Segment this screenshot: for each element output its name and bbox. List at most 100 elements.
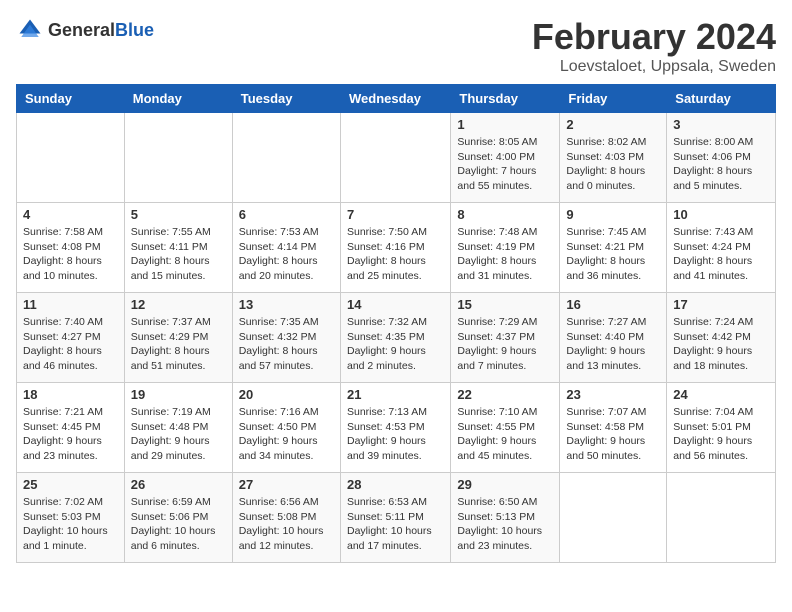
- week-row-4: 18 Sunrise: 7:21 AM Sunset: 4:45 PM Dayli…: [17, 383, 776, 473]
- day-number: 4: [23, 207, 118, 222]
- day-cell: 13Sunrise: 7:35 AM Sunset: 4:32 PM Dayli…: [232, 293, 340, 383]
- day-number: 24: [673, 387, 769, 402]
- calendar-table: SundayMondayTuesdayWednesdayThursdayFrid…: [16, 84, 776, 563]
- day-number: 19: [131, 387, 226, 402]
- day-number: 14: [347, 297, 444, 312]
- day-info: Sunrise: 7:19 AM Sunset: 4:48 PM Dayligh…: [131, 405, 226, 464]
- day-number: 29: [457, 477, 553, 492]
- day-cell: 22 Sunrise: 7:10 AM Sunset: 4:55 PM Dayli…: [451, 383, 560, 473]
- day-number: 16: [566, 297, 660, 312]
- day-info: Sunrise: 7:21 AM Sunset: 4:45 PM Dayligh…: [23, 405, 118, 464]
- week-row-3: 11 Sunrise: 7:40 AM Sunset: 4:27 PM Dayli…: [17, 293, 776, 383]
- day-number: 22: [457, 387, 553, 402]
- day-number: 2: [566, 117, 660, 132]
- week-row-5: 25Sunrise: 7:02 AM Sunset: 5:03 PM Dayli…: [17, 473, 776, 563]
- day-number: 25: [23, 477, 118, 492]
- day-number: 18: [23, 387, 118, 402]
- day-info: Sunrise: 7:53 AM Sunset: 4:14 PM Dayligh…: [239, 225, 334, 284]
- day-info: Sunrise: 7:13 AM Sunset: 4:53 PM Dayligh…: [347, 405, 444, 464]
- day-number: 12: [131, 297, 226, 312]
- day-cell: 4 Sunrise: 7:58 AM Sunset: 4:08 PM Daylig…: [17, 203, 125, 293]
- day-info: Sunrise: 7:43 AM Sunset: 4:24 PM Dayligh…: [673, 225, 769, 284]
- day-cell: 23 Sunrise: 7:07 AM Sunset: 4:58 PM Dayli…: [560, 383, 667, 473]
- logo-icon: [16, 16, 44, 44]
- day-number: 10: [673, 207, 769, 222]
- day-cell: 21 Sunrise: 7:13 AM Sunset: 4:53 PM Dayli…: [340, 383, 450, 473]
- location-title: Loevstaloet, Uppsala, Sweden: [532, 58, 776, 76]
- weekday-header-thursday: Thursday: [451, 85, 560, 113]
- day-number: 5: [131, 207, 226, 222]
- day-number: 11: [23, 297, 118, 312]
- day-number: 28: [347, 477, 444, 492]
- day-info: Sunrise: 8:00 AM Sunset: 4:06 PM Dayligh…: [673, 135, 769, 194]
- logo-text-general: General: [48, 20, 115, 40]
- day-cell: [232, 113, 340, 203]
- day-cell: 17 Sunrise: 7:24 AM Sunset: 4:42 PM Dayli…: [667, 293, 776, 383]
- day-cell: 11 Sunrise: 7:40 AM Sunset: 4:27 PM Dayli…: [17, 293, 125, 383]
- day-cell: 16Sunrise: 7:27 AM Sunset: 4:40 PM Dayli…: [560, 293, 667, 383]
- day-number: 1: [457, 117, 553, 132]
- logo: GeneralBlue: [16, 16, 154, 44]
- day-info: Sunrise: 7:50 AM Sunset: 4:16 PM Dayligh…: [347, 225, 444, 284]
- header: GeneralBlue February 2024 Loevstaloet, U…: [16, 16, 776, 76]
- day-number: 13: [239, 297, 334, 312]
- weekday-header-friday: Friday: [560, 85, 667, 113]
- day-cell: 9Sunrise: 7:45 AM Sunset: 4:21 PM Daylig…: [560, 203, 667, 293]
- weekday-header-saturday: Saturday: [667, 85, 776, 113]
- day-info: Sunrise: 7:29 AM Sunset: 4:37 PM Dayligh…: [457, 315, 553, 374]
- day-cell: 5 Sunrise: 7:55 AM Sunset: 4:11 PM Daylig…: [124, 203, 232, 293]
- day-number: 15: [457, 297, 553, 312]
- day-number: 7: [347, 207, 444, 222]
- month-title: February 2024: [532, 16, 776, 58]
- day-info: Sunrise: 7:45 AM Sunset: 4:21 PM Dayligh…: [566, 225, 660, 284]
- day-number: 17: [673, 297, 769, 312]
- day-number: 6: [239, 207, 334, 222]
- day-cell: 18 Sunrise: 7:21 AM Sunset: 4:45 PM Dayli…: [17, 383, 125, 473]
- day-cell: 10 Sunrise: 7:43 AM Sunset: 4:24 PM Dayli…: [667, 203, 776, 293]
- day-cell: 1 Sunrise: 8:05 AM Sunset: 4:00 PM Daylig…: [451, 113, 560, 203]
- day-cell: 28Sunrise: 6:53 AM Sunset: 5:11 PM Dayli…: [340, 473, 450, 563]
- day-cell: 12Sunrise: 7:37 AM Sunset: 4:29 PM Dayli…: [124, 293, 232, 383]
- day-cell: [667, 473, 776, 563]
- day-info: Sunrise: 7:07 AM Sunset: 4:58 PM Dayligh…: [566, 405, 660, 464]
- week-row-1: 1 Sunrise: 8:05 AM Sunset: 4:00 PM Daylig…: [17, 113, 776, 203]
- day-cell: 3 Sunrise: 8:00 AM Sunset: 4:06 PM Daylig…: [667, 113, 776, 203]
- day-cell: 29Sunrise: 6:50 AM Sunset: 5:13 PM Dayli…: [451, 473, 560, 563]
- day-info: Sunrise: 7:24 AM Sunset: 4:42 PM Dayligh…: [673, 315, 769, 374]
- day-cell: [124, 113, 232, 203]
- weekday-header-row: SundayMondayTuesdayWednesdayThursdayFrid…: [17, 85, 776, 113]
- weekday-header-tuesday: Tuesday: [232, 85, 340, 113]
- day-info: Sunrise: 7:58 AM Sunset: 4:08 PM Dayligh…: [23, 225, 118, 284]
- weekday-header-wednesday: Wednesday: [340, 85, 450, 113]
- day-number: 27: [239, 477, 334, 492]
- day-info: Sunrise: 7:40 AM Sunset: 4:27 PM Dayligh…: [23, 315, 118, 374]
- day-cell: 14Sunrise: 7:32 AM Sunset: 4:35 PM Dayli…: [340, 293, 450, 383]
- day-number: 26: [131, 477, 226, 492]
- day-number: 23: [566, 387, 660, 402]
- day-info: Sunrise: 8:05 AM Sunset: 4:00 PM Dayligh…: [457, 135, 553, 194]
- day-cell: 15 Sunrise: 7:29 AM Sunset: 4:37 PM Dayli…: [451, 293, 560, 383]
- day-cell: 20 Sunrise: 7:16 AM Sunset: 4:50 PM Dayli…: [232, 383, 340, 473]
- day-info: Sunrise: 8:02 AM Sunset: 4:03 PM Dayligh…: [566, 135, 660, 194]
- weekday-header-monday: Monday: [124, 85, 232, 113]
- day-info: Sunrise: 7:16 AM Sunset: 4:50 PM Dayligh…: [239, 405, 334, 464]
- day-info: Sunrise: 7:10 AM Sunset: 4:55 PM Dayligh…: [457, 405, 553, 464]
- day-cell: 26 Sunrise: 6:59 AM Sunset: 5:06 PM Dayli…: [124, 473, 232, 563]
- day-number: 3: [673, 117, 769, 132]
- day-cell: 19 Sunrise: 7:19 AM Sunset: 4:48 PM Dayli…: [124, 383, 232, 473]
- title-area: February 2024 Loevstaloet, Uppsala, Swed…: [532, 16, 776, 76]
- day-cell: 2 Sunrise: 8:02 AM Sunset: 4:03 PM Daylig…: [560, 113, 667, 203]
- day-number: 21: [347, 387, 444, 402]
- day-info: Sunrise: 7:04 AM Sunset: 5:01 PM Dayligh…: [673, 405, 769, 464]
- day-info: Sunrise: 6:59 AM Sunset: 5:06 PM Dayligh…: [131, 495, 226, 554]
- day-info: Sunrise: 7:48 AM Sunset: 4:19 PM Dayligh…: [457, 225, 553, 284]
- day-cell: [17, 113, 125, 203]
- day-cell: [340, 113, 450, 203]
- day-cell: 7 Sunrise: 7:50 AM Sunset: 4:16 PM Daylig…: [340, 203, 450, 293]
- day-info: Sunrise: 7:55 AM Sunset: 4:11 PM Dayligh…: [131, 225, 226, 284]
- day-info: Sunrise: 6:56 AM Sunset: 5:08 PM Dayligh…: [239, 495, 334, 554]
- day-cell: 8Sunrise: 7:48 AM Sunset: 4:19 PM Daylig…: [451, 203, 560, 293]
- logo-text-blue: Blue: [115, 20, 154, 40]
- day-number: 20: [239, 387, 334, 402]
- day-cell: 27 Sunrise: 6:56 AM Sunset: 5:08 PM Dayli…: [232, 473, 340, 563]
